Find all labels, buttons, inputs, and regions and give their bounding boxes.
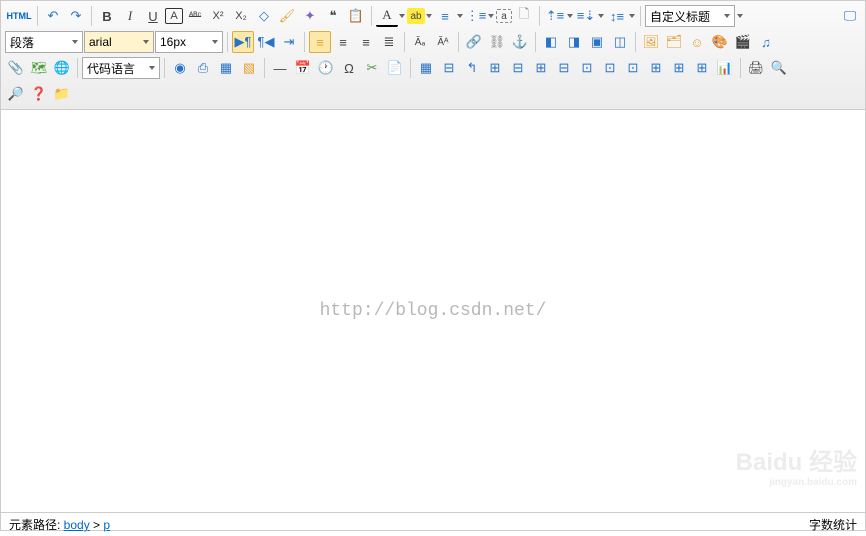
blockquote-button[interactable]: ❝	[322, 5, 344, 27]
forecolor-button[interactable]: A	[376, 5, 398, 27]
strikethrough-button[interactable]: ᴬᴮᶜ	[184, 5, 206, 27]
time-icon[interactable]: 🕐	[315, 57, 337, 79]
webapp-icon[interactable]: ◉	[169, 57, 191, 79]
print-icon[interactable]: 🖨	[745, 57, 767, 79]
insert-image-icon[interactable]: 🖼	[640, 31, 662, 53]
code-lang-select[interactable]: 代码语言	[82, 57, 160, 79]
insert-row-icon[interactable]: ⊞	[484, 57, 506, 79]
img-left-icon[interactable]: ◧	[540, 31, 562, 53]
rowspacing-top-dropdown[interactable]	[566, 5, 574, 27]
element-path: 元素路径: body > p	[9, 516, 110, 533]
search-replace-icon[interactable]: 🔎	[5, 83, 27, 105]
forecolor-dropdown[interactable]	[398, 5, 406, 27]
anchor-icon[interactable]: ⚓	[509, 31, 531, 53]
font-border-button[interactable]: A	[165, 8, 183, 24]
new-doc-icon[interactable]: 🗋	[513, 5, 535, 27]
link-icon[interactable]: 🔗	[463, 31, 485, 53]
split-cells-icon[interactable]: ⊞	[645, 57, 667, 79]
split-cols-icon[interactable]: ⊞	[691, 57, 713, 79]
watermark-text: http://blog.csdn.net/	[320, 301, 547, 321]
indent-icon[interactable]: ⇥	[278, 31, 300, 53]
delete-col-icon[interactable]: ⊟	[553, 57, 575, 79]
drafts-icon[interactable]: 📁	[51, 83, 73, 105]
rowspacing-top-icon[interactable]: ⇡≡	[544, 5, 566, 27]
video-icon[interactable]: 🎬	[732, 31, 754, 53]
unordered-list-dropdown[interactable]	[487, 5, 495, 27]
undo-icon[interactable]: ↶	[42, 5, 64, 27]
align-left-icon[interactable]: ≡	[309, 31, 331, 53]
scrawl-icon[interactable]: 🎨	[709, 31, 731, 53]
editor-canvas[interactable]: http://blog.csdn.net/ Baidu 经验 jingyan.b…	[1, 110, 865, 512]
align-justify-icon[interactable]: ≣	[378, 31, 400, 53]
merge-right-icon[interactable]: ⊡	[599, 57, 621, 79]
emoticon-icon[interactable]: ☺	[686, 31, 708, 53]
insert-table-icon[interactable]: ▦	[415, 57, 437, 79]
pagebreak-icon[interactable]: ⎙	[192, 57, 214, 79]
rowspacing-bottom-icon[interactable]: ≡⇣	[575, 5, 597, 27]
music-icon[interactable]: ♫	[755, 31, 777, 53]
split-rows-icon[interactable]: ⊞	[668, 57, 690, 79]
path-p-link[interactable]: p	[103, 518, 110, 532]
lineheight-icon[interactable]: ↕≡	[606, 5, 628, 27]
ordered-list-icon[interactable]: ≡	[434, 5, 456, 27]
attachment-icon[interactable]: 📎	[5, 57, 27, 79]
wordimage-icon[interactable]: 📄	[384, 57, 406, 79]
lineheight-dropdown[interactable]	[628, 5, 636, 27]
eraser-icon[interactable]: ◇	[253, 5, 275, 27]
bold-button[interactable]: B	[96, 5, 118, 27]
rowspacing-bottom-dropdown[interactable]	[597, 5, 605, 27]
align-center-icon[interactable]: ≡	[332, 31, 354, 53]
tolowercase-icon[interactable]: Ăᴬ	[432, 31, 454, 53]
backcolor-dropdown[interactable]	[425, 5, 433, 27]
map-icon[interactable]: 🗺	[28, 57, 50, 79]
superscript-button[interactable]: X²	[207, 5, 229, 27]
merge-down-icon[interactable]: ⊡	[622, 57, 644, 79]
help-icon[interactable]: ❓	[28, 83, 50, 105]
template-icon[interactable]: ▦	[215, 57, 237, 79]
fullscreen-icon[interactable]: 🖵	[839, 5, 861, 27]
font-family-select[interactable]: arial	[84, 31, 154, 53]
unlink-icon[interactable]: ⛓	[486, 31, 508, 53]
touppercase-icon[interactable]: Ăₐ	[409, 31, 431, 53]
word-count[interactable]: 字数统计	[809, 516, 857, 533]
align-right-icon[interactable]: ≡	[355, 31, 377, 53]
preview-icon[interactable]: 🔍	[768, 57, 790, 79]
insert-col-icon[interactable]: ⊞	[530, 57, 552, 79]
delete-table-icon[interactable]: ⊟	[438, 57, 460, 79]
insert-para-before-icon[interactable]: ↰	[461, 57, 483, 79]
font-size-select[interactable]: 16px	[155, 31, 223, 53]
pasteplain-icon[interactable]: 📋	[345, 5, 367, 27]
background-icon[interactable]: ▧	[238, 57, 260, 79]
charts-icon[interactable]: 📊	[714, 57, 736, 79]
direction-ltr-icon[interactable]: ▶¶	[232, 31, 254, 53]
img-right-icon[interactable]: ◨	[563, 31, 585, 53]
italic-button[interactable]: I	[119, 5, 141, 27]
ordered-list-dropdown[interactable]	[456, 5, 464, 27]
horizontal-rule-button[interactable]: —	[269, 57, 291, 79]
autoformat-icon[interactable]: ✦	[299, 5, 321, 27]
format-brush-icon[interactable]: 🖌	[276, 5, 298, 27]
gmap-icon[interactable]: 🌐	[51, 57, 73, 79]
custom-heading-select[interactable]: 自定义标题	[645, 5, 735, 27]
special-char-button[interactable]: Ω	[338, 57, 360, 79]
html-source-button[interactable]: HTML	[5, 5, 33, 27]
redo-icon[interactable]: ↷	[65, 5, 87, 27]
subscript-button[interactable]: X₂	[230, 5, 252, 27]
date-icon[interactable]: 📅	[292, 57, 314, 79]
direction-rtl-icon[interactable]: ¶◀	[255, 31, 277, 53]
selectall-button[interactable]: a	[496, 9, 512, 23]
underline-button[interactable]: U	[142, 5, 164, 27]
custom-heading-dropdown[interactable]	[736, 5, 744, 27]
img-none-icon[interactable]: ◫	[609, 31, 631, 53]
img-center-icon[interactable]: ▣	[586, 31, 608, 53]
delete-row-icon[interactable]: ⊟	[507, 57, 529, 79]
backcolor-button[interactable]: ab	[407, 8, 425, 24]
baidu-watermark: Baidu 经验 jingyan.baidu.com	[736, 442, 857, 488]
snapscreen-icon[interactable]: ✂	[361, 57, 383, 79]
paragraph-select[interactable]: 段落	[5, 31, 83, 53]
merge-cells-icon[interactable]: ⊡	[576, 57, 598, 79]
multi-image-icon[interactable]: 🗂	[663, 31, 685, 53]
unordered-list-icon[interactable]: ⋮≡	[465, 5, 487, 27]
path-body-link[interactable]: body	[64, 518, 90, 532]
